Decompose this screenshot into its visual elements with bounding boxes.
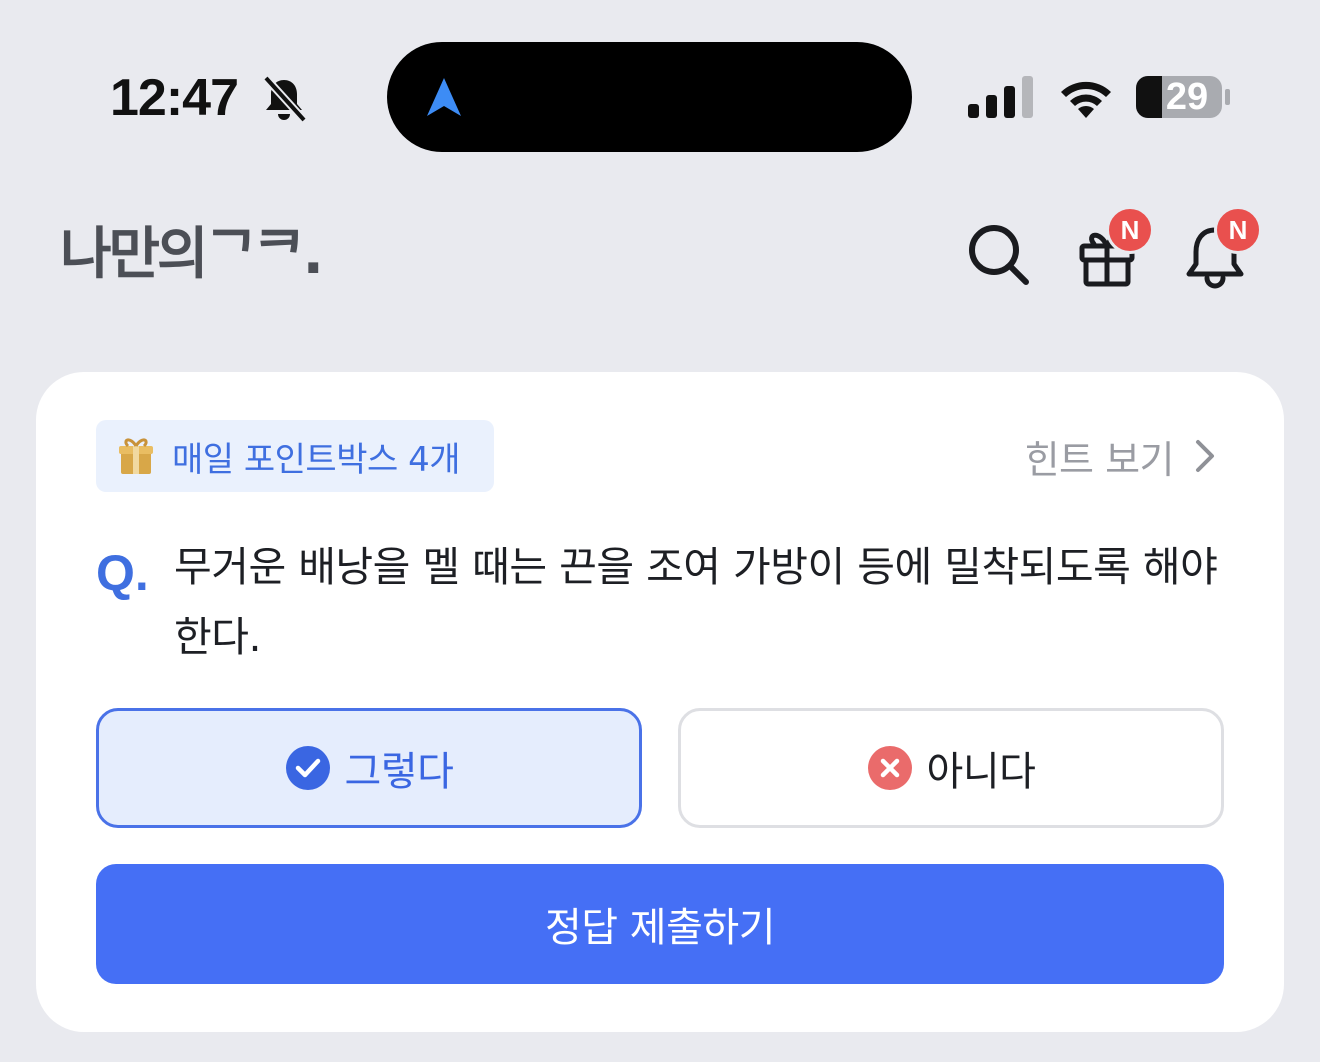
search-icon[interactable] [964, 220, 1034, 290]
answer-no-button[interactable]: 아니다 [678, 708, 1224, 828]
bell-slash-icon [263, 75, 307, 123]
answer-yes-label: 그렇다 [344, 749, 454, 795]
cellular-signal-icon [968, 76, 1033, 118]
question-prefix: Q. [96, 545, 149, 601]
hint-link[interactable]: 힌트 보기 [1025, 430, 1218, 482]
bell-badge: N [1214, 206, 1262, 254]
answer-yes-button[interactable]: 그렇다 [96, 708, 642, 828]
app-logo[interactable]: 나만의ᄀᄏ. [60, 220, 324, 290]
quiz-card: 매일 포인트박스 4개 힌트 보기 Q. 무거운 배낭을 멜 때는 끈을 조여 … [36, 372, 1284, 1032]
question-text: 무거운 배낭을 멜 때는 끈을 조여 가방이 등에 밀착되도록 해야 한다. [174, 543, 1218, 661]
dynamic-island [387, 42, 912, 152]
navigation-arrow-icon [427, 78, 461, 116]
daily-points-label: 매일 포인트박스 4개 [172, 439, 461, 480]
chevron-right-icon [1196, 440, 1214, 472]
gift-box-icon [119, 438, 153, 474]
gift-badge: N [1106, 206, 1154, 254]
answer-no-label: 아니다 [926, 749, 1036, 795]
battery-level: 29 [1165, 76, 1209, 118]
check-circle-icon [285, 746, 330, 790]
daily-points-chip[interactable]: 매일 포인트박스 4개 [96, 420, 494, 492]
x-circle-icon [867, 746, 912, 790]
wifi-icon [1061, 81, 1111, 118]
screen: 12:47 29 나만의ᄀᄏ. N N 매일 포인트박스 4개 힌트 보기 Q.… [0, 0, 1320, 1062]
hint-label: 힌트 보기 [1024, 437, 1175, 482]
status-time: 12:47 [110, 69, 239, 127]
submit-answer-button[interactable]: 정답 제출하기 [96, 864, 1224, 984]
